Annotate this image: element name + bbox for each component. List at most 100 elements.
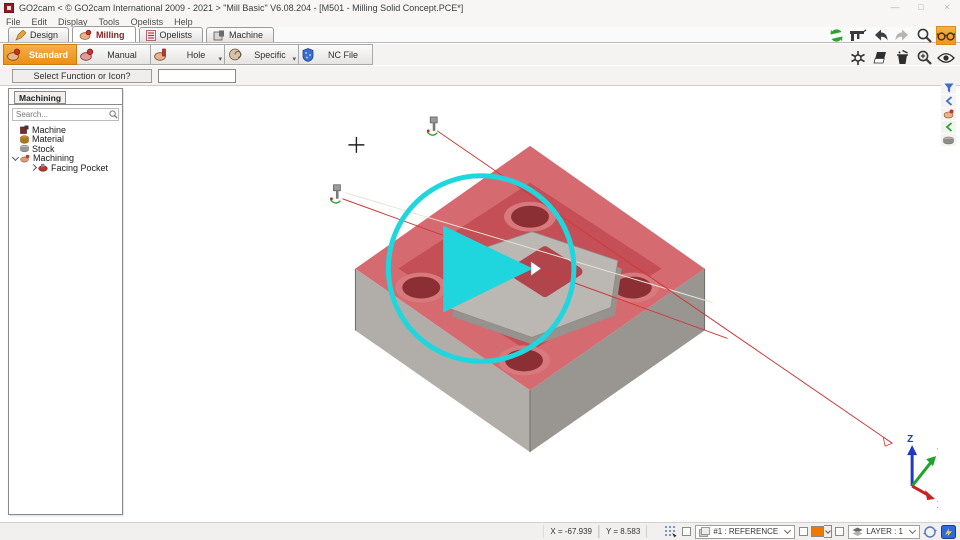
reference-dropdown[interactable]: #1 : REFERENCE bbox=[695, 525, 795, 539]
cursor-x-readout: X = -67.939 bbox=[543, 525, 599, 538]
stock-small-icon[interactable] bbox=[941, 134, 956, 146]
reference-checkbox[interactable] bbox=[682, 527, 691, 536]
reference-value: #1 : REFERENCE bbox=[713, 527, 778, 536]
filter-icon[interactable] bbox=[941, 82, 956, 94]
menu-item-display[interactable]: Display bbox=[58, 17, 88, 27]
tab-opelists-label: Opelists bbox=[160, 30, 193, 40]
manual-tool-icon bbox=[80, 48, 94, 61]
specific-shell-icon bbox=[228, 48, 242, 61]
chevron-right-icon[interactable] bbox=[29, 165, 37, 170]
manual-button[interactable]: Manual bbox=[77, 44, 151, 65]
crosshair-cursor bbox=[348, 137, 364, 153]
maximize-button[interactable]: □ bbox=[908, 0, 934, 16]
select-function-button[interactable]: Select Function or Icon? bbox=[12, 69, 152, 83]
tool-hand-small-icon[interactable] bbox=[941, 108, 956, 120]
standard-button[interactable]: Standard bbox=[3, 44, 77, 65]
axis-triad: Z Y X bbox=[907, 434, 938, 511]
axis-z-label: Z bbox=[907, 434, 913, 445]
specific-label: Specific bbox=[242, 50, 298, 60]
machine-icon bbox=[213, 30, 225, 41]
glasses-button[interactable] bbox=[936, 26, 956, 45]
nc-shield-icon bbox=[302, 48, 314, 62]
clean-wand-icon[interactable] bbox=[892, 48, 912, 67]
eye-icon[interactable] bbox=[936, 48, 956, 67]
chevron-down-icon[interactable] bbox=[11, 157, 19, 160]
grid-toggle-button[interactable] bbox=[662, 525, 678, 539]
render-mode-button[interactable] bbox=[940, 525, 956, 539]
tab-machine[interactable]: Machine bbox=[206, 27, 274, 42]
menu-item-tools[interactable]: Tools bbox=[99, 17, 120, 27]
tree-item-machine[interactable]: Machine bbox=[9, 125, 122, 135]
menu-item-help[interactable]: Help bbox=[174, 17, 193, 27]
collapse-blue-icon[interactable] bbox=[941, 95, 956, 107]
layer-dropdown[interactable]: LAYER : 1 bbox=[848, 525, 920, 539]
pencil-icon bbox=[15, 30, 26, 41]
minimize-button[interactable]: — bbox=[882, 0, 908, 16]
tab-machine-label: Machine bbox=[229, 30, 263, 40]
caliper-icon[interactable] bbox=[848, 26, 868, 45]
opelists-list-icon bbox=[146, 30, 156, 41]
menu-item-edit[interactable]: Edit bbox=[32, 17, 48, 27]
cursor-y-readout: Y = 8.583 bbox=[599, 525, 647, 538]
zoom-plus-icon[interactable] bbox=[914, 48, 934, 67]
layer-checkbox[interactable] bbox=[835, 527, 844, 536]
side-filter-toolbar bbox=[941, 82, 956, 146]
redo-icon[interactable] bbox=[892, 26, 912, 45]
specific-button[interactable]: Specific ▾ bbox=[225, 44, 299, 65]
search-input[interactable] bbox=[13, 110, 109, 119]
viewport-canvas[interactable]: Z Y X bbox=[124, 86, 938, 522]
grid-icon bbox=[664, 525, 677, 538]
facing-pocket-icon bbox=[38, 163, 48, 172]
origin-marker-2 bbox=[330, 185, 340, 203]
viewport[interactable]: Z Y X bbox=[124, 86, 938, 522]
manual-label: Manual bbox=[94, 50, 150, 60]
tree-item-facing-pocket[interactable]: Facing Pocket bbox=[9, 163, 122, 173]
undo-icon[interactable] bbox=[870, 26, 890, 45]
tools-icon[interactable] bbox=[848, 48, 868, 67]
axis-x-label: X bbox=[937, 500, 938, 511]
glasses-icon bbox=[937, 30, 955, 42]
function-input[interactable] bbox=[158, 69, 236, 83]
hole-dropdown-arrow[interactable]: ▾ bbox=[218, 55, 222, 63]
tree-item-machining[interactable]: Machining bbox=[9, 154, 122, 164]
chevron-down-icon bbox=[909, 527, 916, 534]
menu-item-file[interactable]: File bbox=[6, 17, 21, 27]
tab-design[interactable]: Design bbox=[8, 27, 69, 42]
zoom-icon[interactable] bbox=[914, 26, 934, 45]
color-swatch[interactable] bbox=[811, 526, 824, 537]
machining-node-icon bbox=[20, 154, 30, 163]
tree-item-machine-label: Machine bbox=[32, 125, 66, 135]
layer-icon bbox=[852, 527, 863, 537]
nc-file-button[interactable]: NC File bbox=[299, 44, 373, 65]
statusbar: X = -67.939 Y = 8.583 #1 : REFERENCE LAY… bbox=[0, 522, 960, 540]
tab-machining-panel[interactable]: Machining bbox=[14, 91, 66, 104]
function-bar: Select Function or Icon? bbox=[0, 66, 960, 86]
nc-file-label: NC File bbox=[314, 50, 372, 60]
rotate-view-button[interactable] bbox=[922, 525, 938, 539]
tree-item-material-label: Material bbox=[32, 134, 64, 144]
tab-milling-label: Milling bbox=[96, 30, 125, 40]
machine-node-icon bbox=[20, 125, 29, 134]
menubar: File Edit Display Tools Opelists Help bbox=[0, 16, 960, 27]
tree-item-stock[interactable]: Stock bbox=[9, 144, 122, 154]
tab-milling[interactable]: Milling bbox=[72, 26, 136, 42]
chevron-down-icon bbox=[784, 527, 791, 534]
tree-item-machining-label: Machining bbox=[33, 153, 74, 163]
window-title: GO2cam < © GO2cam International 2009 - 2… bbox=[19, 3, 463, 13]
ribbon-tabstrip: Design Milling Opelists Machine bbox=[0, 27, 960, 43]
eraser-icon[interactable] bbox=[870, 48, 890, 67]
color-checkbox[interactable] bbox=[799, 527, 808, 536]
layer-value: LAYER : 1 bbox=[866, 527, 903, 536]
tab-opelists[interactable]: Opelists bbox=[139, 27, 204, 42]
menu-item-opelists[interactable]: Opelists bbox=[131, 17, 164, 27]
refresh-icon[interactable] bbox=[826, 26, 846, 45]
tree-item-material[interactable]: Material bbox=[9, 135, 122, 145]
close-button[interactable]: × bbox=[934, 0, 960, 16]
plane-icon bbox=[699, 527, 710, 537]
collapse-green-icon[interactable] bbox=[941, 121, 956, 133]
tree-item-stock-label: Stock bbox=[32, 144, 55, 154]
hole-button[interactable]: Hole ▾ bbox=[151, 44, 225, 65]
specific-dropdown-arrow[interactable]: ▾ bbox=[292, 55, 296, 63]
color-dropdown-arrow[interactable] bbox=[824, 525, 832, 538]
axis-y-label: Y bbox=[937, 447, 938, 458]
